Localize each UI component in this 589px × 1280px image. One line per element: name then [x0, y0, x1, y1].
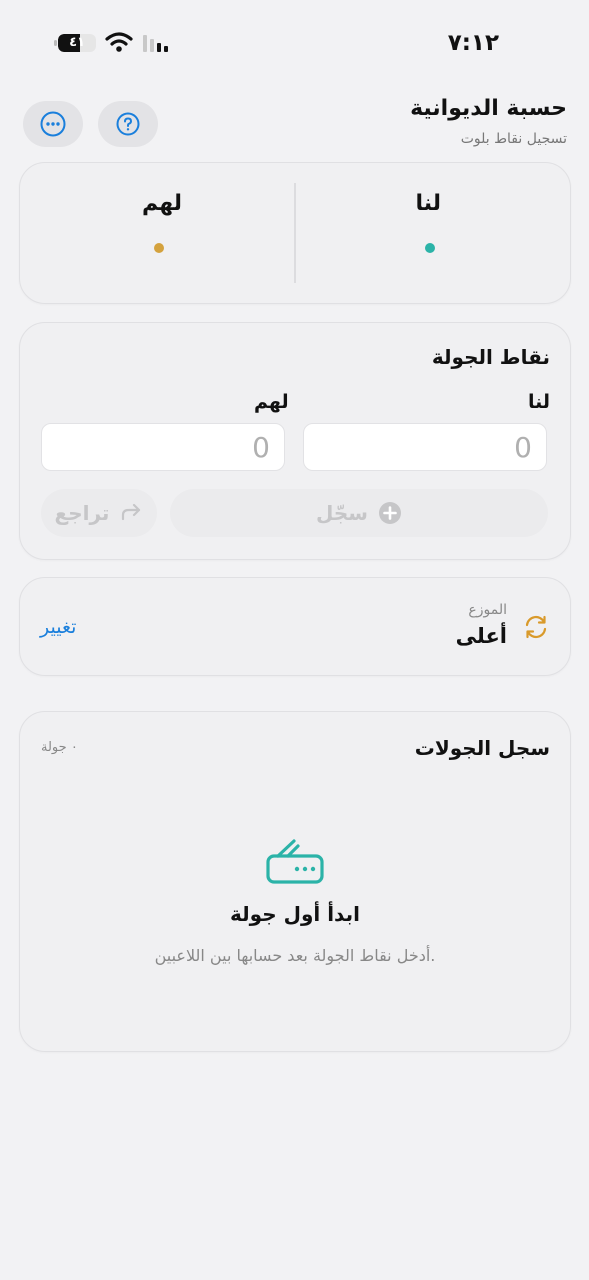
cards-icon [266, 839, 324, 884]
page-title: حسبة الديوانية [410, 96, 567, 121]
rounds-count: ٠ جولة [41, 740, 78, 755]
us-team-label: لنا [415, 191, 441, 216]
round-points-card: نقاط الجولة لنا لهم سجّل تراجع [19, 322, 571, 560]
us-points-label: لنا [527, 391, 550, 413]
dealer-value: أعلى [455, 624, 507, 648]
empty-state-title: ابدأ أول جولة [230, 902, 360, 926]
round-points-title: نقاط الجولة [431, 345, 550, 369]
battery-icon: ٤١ [58, 34, 96, 52]
us-dot [425, 243, 435, 253]
wifi-icon [105, 32, 133, 52]
them-team-label: لهم [142, 191, 183, 216]
signal-icon [143, 35, 168, 52]
help-button[interactable] [98, 101, 158, 147]
more-icon [40, 111, 66, 137]
plus-circle-icon [378, 502, 401, 524]
more-button[interactable] [23, 101, 83, 147]
empty-state-description: أدخل نقاط الجولة بعد حسابها بين اللاعبين… [154, 946, 436, 965]
them-points-label: لهم [254, 391, 289, 413]
undo-icon [122, 503, 141, 521]
record-button[interactable]: سجّل [170, 489, 548, 537]
dealer-card: الموزع أعلى تغيير [19, 577, 571, 676]
rotate-icon [525, 615, 547, 639]
help-icon [116, 112, 140, 136]
scoreboard-card: لنا لهم [19, 162, 571, 304]
them-dot [154, 243, 164, 253]
us-points-input[interactable] [303, 423, 547, 471]
undo-label: تراجع [54, 501, 110, 525]
page-subtitle: تسجيل نقاط بلوت [460, 131, 567, 147]
change-dealer-link[interactable]: تغيير [40, 616, 76, 638]
dealer-caption: الموزع [468, 602, 507, 618]
history-title: سجل الجولات [414, 736, 550, 760]
battery-tip [54, 40, 57, 46]
record-label: سجّل [316, 501, 368, 525]
scoreboard-divider [294, 183, 296, 283]
undo-button[interactable]: تراجع [41, 489, 157, 537]
battery-level: ٤١ [69, 35, 85, 50]
them-points-input[interactable] [41, 423, 285, 471]
rounds-history-card: سجل الجولات ٠ جولة ابدأ أول جولة أدخل نق… [19, 711, 571, 1052]
status-time: ٧:١٢ [447, 30, 499, 56]
